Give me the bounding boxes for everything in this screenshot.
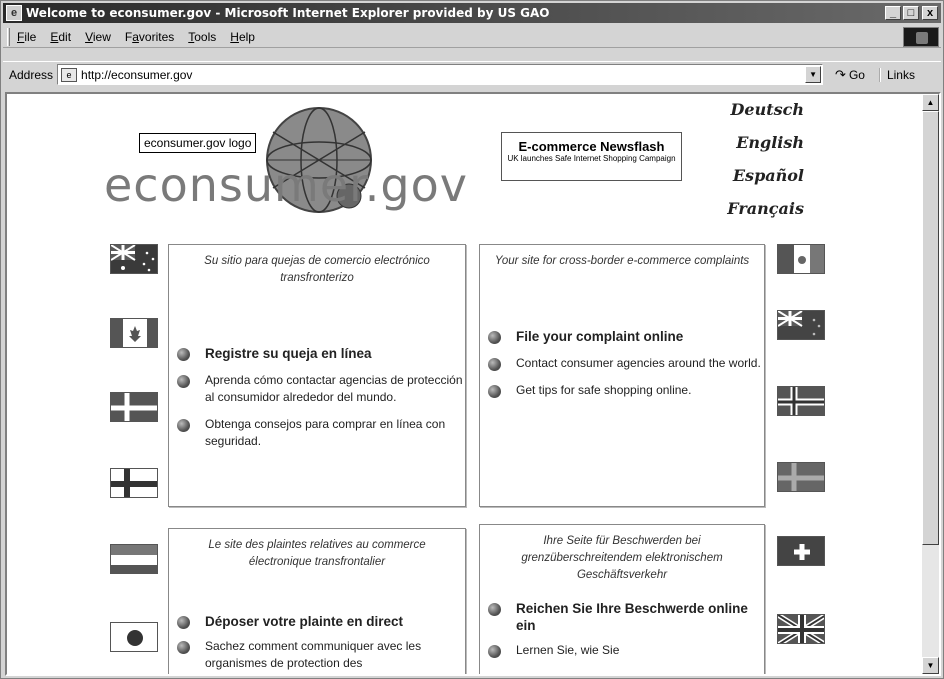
bullet-icon <box>488 603 501 616</box>
file-complaint-link-fr[interactable]: Déposer votre plainte en direct <box>177 613 465 630</box>
contact-agencies-link-en[interactable]: Contact consumer agencies around the wor… <box>488 355 764 372</box>
logo-alt-text[interactable]: econsumer.gov logo <box>139 133 257 153</box>
econsumer-wordmark[interactable]: econsumer.gov <box>104 158 468 212</box>
newsflash-title: E-commerce Newsflash <box>518 139 665 154</box>
panel-english: Your site for cross-border e-commerce co… <box>479 244 765 507</box>
australia-flag[interactable] <box>110 244 158 274</box>
scrollbar-thumb[interactable] <box>922 111 939 545</box>
go-button[interactable]: ↷ Go <box>835 67 865 83</box>
safe-shopping-tips-link-es[interactable]: Obtenga consejos para comprar en línea c… <box>177 416 465 450</box>
file-complaint-link-de[interactable]: Reichen Sie Ihre Beschwerde online ein <box>488 600 764 634</box>
menu-bar: File Edit View Favorites Tools Help <box>3 26 941 48</box>
file-complaint-link-en[interactable]: File your complaint online <box>488 328 764 345</box>
address-dropdown-icon[interactable]: ▼ <box>805 66 822 83</box>
windows-logo-throbber <box>903 27 939 47</box>
title-bar[interactable]: e Welcome to econsumer.gov - Microsoft I… <box>3 3 941 23</box>
contact-agencies-link-de[interactable]: Lernen Sie, wie Sie <box>488 642 764 659</box>
finland-flag[interactable] <box>110 468 158 498</box>
menu-file[interactable]: File <box>10 30 43 44</box>
page-icon: e <box>61 67 78 82</box>
newsflash-text[interactable]: UK launches Safe Internet Shopping Campa… <box>502 154 681 164</box>
address-bar: Address e http://econsumer.gov ▼ ↷ Go Li… <box>3 61 941 87</box>
file-complaint-link-es[interactable]: Registre su queja en línea <box>177 345 465 362</box>
browser-window: e Welcome to econsumer.gov - Microsoft I… <box>0 0 944 679</box>
menu-view[interactable]: View <box>78 30 118 44</box>
bullet-icon <box>488 358 501 371</box>
bullet-icon <box>488 645 501 658</box>
close-button[interactable]: x <box>922 6 938 20</box>
bullet-icon <box>177 348 190 361</box>
newsflash-box[interactable]: E-commerce Newsflash UK launches Safe In… <box>501 132 682 181</box>
menu-favorites[interactable]: Favorites <box>118 30 181 44</box>
canada-flag[interactable] <box>110 318 158 348</box>
ie-app-icon[interactable]: e <box>6 5 22 21</box>
vertical-scrollbar[interactable]: ▲ ▼ <box>922 94 939 674</box>
lang-link-francais[interactable]: Français <box>727 199 804 232</box>
sweden-flag[interactable] <box>777 462 825 492</box>
panel-heading-es: Su sitio para quejas de comercio electró… <box>204 255 430 284</box>
url-text[interactable]: http://econsumer.gov <box>81 68 192 82</box>
web-page: econsumer.gov logo econsumer.gov E-comme… <box>7 94 924 674</box>
language-links: Deutsch English Español Français <box>727 100 804 232</box>
safe-shopping-tips-link-en[interactable]: Get tips for safe shopping online. <box>488 382 764 399</box>
contact-agencies-link-es[interactable]: Aprenda cómo contactar agencias de prote… <box>177 372 465 406</box>
panel-heading-en: Your site for cross-border e-commerce co… <box>494 255 750 267</box>
panel-french: Le site des plaintes relatives au commer… <box>168 528 466 674</box>
panel-heading-de: Ihre Seite für Beschwerden bei grenzüber… <box>521 535 723 581</box>
go-arrow-icon: ↷ <box>835 66 846 82</box>
panel-heading-fr: Le site des plaintes relatives au commer… <box>208 539 426 568</box>
minimize-button[interactable]: _ <box>885 6 901 20</box>
window-title: Welcome to econsumer.gov - Microsoft Int… <box>26 6 550 20</box>
menu-edit[interactable]: Edit <box>43 30 78 44</box>
menu-help[interactable]: Help <box>223 30 262 44</box>
content-viewport: econsumer.gov logo econsumer.gov E-comme… <box>5 92 941 676</box>
address-field[interactable]: e http://econsumer.gov ▼ <box>57 64 824 85</box>
bullet-icon <box>488 385 501 398</box>
bullet-icon <box>177 419 190 432</box>
hungary-flag[interactable] <box>110 544 158 574</box>
norway-flag[interactable] <box>777 386 825 416</box>
bullet-icon <box>177 641 190 654</box>
contact-agencies-link-fr[interactable]: Sachez comment communiquer avec les orga… <box>177 638 465 672</box>
links-button[interactable]: Links <box>878 67 915 82</box>
restore-button[interactable]: □ <box>903 6 919 20</box>
japan-flag[interactable] <box>110 622 158 652</box>
lang-link-deutsch[interactable]: Deutsch <box>727 100 804 133</box>
new-zealand-flag[interactable] <box>777 310 825 340</box>
bullet-icon <box>177 375 190 388</box>
mexico-flag[interactable] <box>777 244 825 274</box>
menu-tools[interactable]: Tools <box>181 30 223 44</box>
panel-german: Ihre Seite für Beschwerden bei grenzüber… <box>479 524 765 674</box>
panel-spanish: Su sitio para quejas de comercio electró… <box>168 244 466 507</box>
uk-flag[interactable] <box>777 614 825 644</box>
scroll-up-icon[interactable]: ▲ <box>922 94 939 111</box>
lang-link-english[interactable]: English <box>727 133 804 166</box>
denmark-flag[interactable] <box>110 392 158 422</box>
bullet-icon <box>177 616 190 629</box>
go-label: Go <box>848 67 865 82</box>
bullet-icon <box>488 331 501 344</box>
lang-link-espanol[interactable]: Español <box>727 166 804 199</box>
scroll-down-icon[interactable]: ▼ <box>922 657 939 674</box>
address-label: Address <box>9 67 54 82</box>
switzerland-flag[interactable] <box>777 536 825 566</box>
